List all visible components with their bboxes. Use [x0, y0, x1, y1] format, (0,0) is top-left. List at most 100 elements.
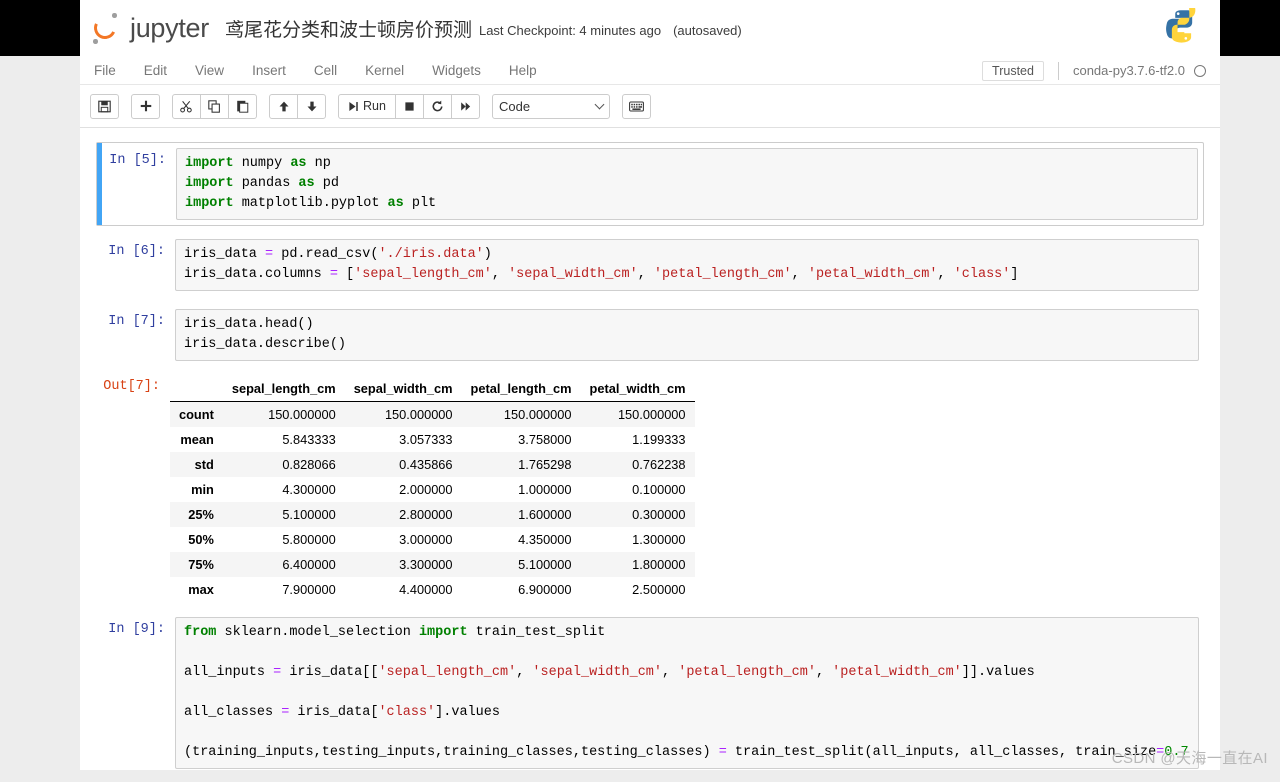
dataframe-column-header: sepal_length_cm [222, 376, 345, 402]
code-editor[interactable]: iris_data.head() iris_data.describe() [175, 309, 1199, 361]
restart-kernel-button[interactable] [423, 93, 452, 119]
dataframe-column-header: sepal_width_cm [344, 376, 462, 402]
code-token: 'sepal_width_cm' [508, 267, 638, 282]
code-cell[interactable]: In [5]: import numpy as np import pandas a… [96, 142, 1204, 226]
code-token: sklearn.model_selection [216, 625, 419, 640]
code-line: all_inputs = iris_data[['sepal_length_cm… [184, 663, 1190, 683]
dataframe-value-cell: 1.199333 [632, 432, 686, 447]
menu-bar: File Edit View Insert Cell Kernel Widget… [80, 56, 1220, 85]
kernel-name-label: conda-py3.7.6-tf2.0 [1072, 63, 1185, 78]
dataframe-value-cell: 1.000000 [518, 482, 572, 497]
code-token: import [418, 625, 468, 640]
dataframe-value-cell: 6.900000 [518, 582, 572, 597]
dataframe-value-cell: 3.758000 [518, 432, 572, 447]
dataframe-body: count 150.000000 150.000000 150.000000 150.0… [170, 401, 695, 602]
toolbar-group-run: Run [338, 93, 480, 119]
code-token: iris_data [184, 247, 266, 262]
dataframe-index-cell: min [191, 482, 214, 497]
dataframe-value-cell: 150.000000 [384, 407, 453, 422]
command-palette-button[interactable] [622, 93, 651, 119]
table-row: mean 5.843333 3.057333 3.758000 1.199333 [170, 427, 695, 452]
toolbar-group-move [269, 93, 326, 119]
table-row: 25% 5.100000 2.800000 1.600000 0.300000 [170, 502, 695, 527]
paste-button[interactable] [228, 93, 257, 119]
toolbar: Run Code [80, 85, 1220, 128]
dataframe-index-cell: count [179, 407, 214, 422]
table-row: std 0.828066 0.435866 1.765298 0.762238 [170, 452, 695, 477]
code-token: iris_data.describe() [184, 337, 347, 352]
code-line: import pandas as pd [185, 174, 1189, 194]
save-button[interactable] [90, 93, 119, 119]
code-editor[interactable]: iris_data = pd.read_csv('./iris.data') ir… [175, 239, 1199, 291]
cut-button[interactable] [172, 93, 201, 119]
kernel-idle-indicator-icon[interactable] [1194, 64, 1206, 77]
keyboard-icon [629, 100, 644, 112]
code-token: pandas [233, 176, 299, 191]
table-row: count 150.000000 150.000000 150.000000 150.0… [170, 401, 695, 427]
code-token: [ [337, 267, 355, 282]
code-cells-list: In [5]: import numpy as np import pandas a… [96, 142, 1204, 366]
menu-item-kernel[interactable]: Kernel [351, 59, 418, 82]
code-token: as [298, 176, 315, 191]
code-token: , [791, 267, 808, 282]
code-cell[interactable]: In [6]: iris_data = pd.read_csv('./iris.d… [96, 234, 1204, 296]
notebook-body: In [5]: import numpy as np import pandas a… [80, 128, 1220, 782]
insert-cell-below-button[interactable] [131, 93, 160, 119]
page-bottom-margin [0, 770, 1280, 782]
run-cell-button[interactable]: Run [338, 93, 396, 119]
dataframe-value-cell: 0.100000 [632, 482, 686, 497]
code-line: iris_data.columns = ['sepal_length_cm', … [184, 265, 1190, 285]
toolbar-group-palette [622, 93, 651, 119]
dataframe-column-header: petal_length_cm [461, 376, 581, 402]
menu-item-help[interactable]: Help [495, 59, 551, 82]
dataframe-value-cell: 150.000000 [268, 407, 336, 422]
chevron-down-icon [594, 99, 605, 110]
menu-item-view[interactable]: View [181, 59, 238, 82]
table-row: 75% 6.400000 3.300000 5.100000 1.800000 [170, 552, 695, 577]
code-token: as [290, 156, 307, 171]
code-token: pd [314, 176, 339, 191]
dataframe-value-cell: 3.300000 [399, 557, 453, 572]
notebook-title[interactable]: 鸢尾花分类和波士顿房价预测 [225, 15, 472, 42]
stop-square-icon [405, 101, 414, 111]
move-cell-down-button[interactable] [297, 93, 326, 119]
jupyter-dot-bottom-icon [93, 39, 98, 44]
menu-item-cell[interactable]: Cell [300, 59, 351, 82]
save-icon [98, 100, 111, 112]
jupyter-wordmark[interactable]: jupyter [130, 13, 209, 44]
code-token: (training_inputs,testing_inputs,training… [184, 745, 719, 760]
code-editor[interactable]: from sklearn.model_selection import trai… [175, 617, 1199, 769]
dataframe-value-cell: 5.800000 [282, 532, 336, 547]
interrupt-kernel-button[interactable] [395, 93, 424, 119]
code-token: 'petal_width_cm' [807, 267, 938, 282]
code-token: 'petal_width_cm' [832, 665, 962, 680]
copy-icon [208, 99, 220, 113]
move-cell-up-button[interactable] [269, 93, 298, 119]
code-token: './iris.data' [378, 247, 484, 262]
dataframe-index-cell: mean [180, 432, 214, 447]
code-cell[interactable]: In [7]: iris_data.head() iris_data.describ… [96, 304, 1204, 366]
table-row: max 7.900000 4.400000 6.900000 2.500000 [170, 577, 695, 602]
cell-prompt: In [5]: [109, 153, 166, 168]
code-token: as [387, 196, 404, 211]
code-token: all_inputs [184, 665, 274, 680]
menu-item-file[interactable]: File [80, 59, 130, 82]
code-cell[interactable]: In [9]: from sklearn.model_selection impo… [96, 612, 1204, 774]
code-token: import [185, 196, 234, 211]
code-token: iris_data.columns [184, 267, 330, 282]
code-token: iris_data[[ [281, 665, 379, 680]
cell-type-select[interactable]: Code [492, 93, 610, 119]
code-editor[interactable]: import numpy as np import pandas as pd imp… [176, 148, 1198, 220]
menu-item-edit[interactable]: Edit [130, 59, 181, 82]
menu-item-insert[interactable]: Insert [238, 59, 300, 82]
copy-button[interactable] [200, 93, 229, 119]
dataframe-head: sepal_length_cm sepal_width_cm petal_lengt… [170, 376, 695, 402]
jupyter-logo-icon[interactable] [88, 8, 128, 48]
menu-item-widgets[interactable]: Widgets [418, 59, 495, 82]
restart-and-run-all-button[interactable] [451, 93, 480, 119]
trusted-badge[interactable]: Trusted [982, 60, 1044, 81]
arrow-down-icon [307, 101, 316, 111]
dataframe-value-cell: 2.800000 [399, 507, 453, 522]
